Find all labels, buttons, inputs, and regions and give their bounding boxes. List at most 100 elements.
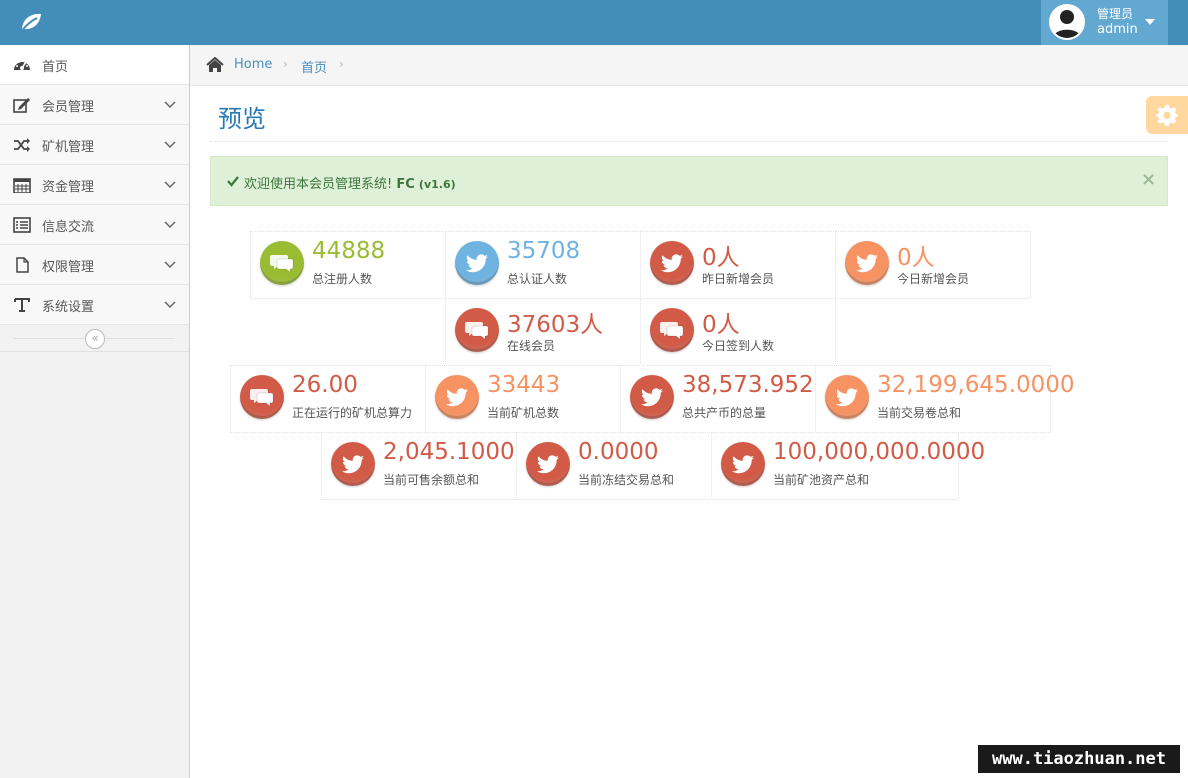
stat-label: 总共产币的总量 — [682, 406, 767, 420]
comments-icon — [260, 241, 304, 285]
stat-value: 37603人 — [507, 312, 604, 338]
sidebar-collapse-bar: « — [0, 325, 189, 352]
twitter-icon — [526, 442, 570, 486]
chevron-down-icon — [164, 101, 176, 109]
divider — [210, 141, 1168, 142]
twitter-icon-glyph — [732, 455, 754, 474]
alert-brand: FC — [396, 177, 415, 192]
twitter-icon-glyph — [661, 254, 683, 273]
stat-box: 0.0000 当前冻结交易总和 — [516, 432, 712, 500]
sidebar-item-funds[interactable]: 资金管理 — [0, 165, 189, 205]
comments-icon-glyph — [465, 322, 489, 340]
stat-label: 当前冻结交易总和 — [578, 473, 675, 487]
twitter-icon — [845, 241, 889, 285]
stat-label: 昨日新增会员 — [702, 272, 775, 286]
sidebar-item-permissions[interactable]: 权限管理 — [0, 245, 189, 285]
stat-box: 0人 今日新增会员 — [835, 231, 1031, 299]
stat-box: 38,573.9525 总共产币的总量 — [620, 365, 828, 433]
list-icon — [13, 217, 31, 233]
edit-icon — [13, 98, 30, 113]
sidebar-item-settings[interactable]: 系统设置 — [0, 285, 189, 325]
alert-message: 欢迎使用本会员管理系统! FC (v1.6) — [244, 173, 456, 192]
sidebar-item-miners[interactable]: 矿机管理 — [0, 125, 189, 165]
double-angle-left-icon[interactable]: « — [85, 329, 105, 349]
alert-text: 欢迎使用本会员管理系统! — [244, 177, 393, 192]
twitter-icon — [825, 375, 869, 419]
check-icon — [227, 176, 239, 187]
sidebar-item-label: 会员管理 — [42, 100, 95, 115]
breadcrumb-current-link[interactable]: 首页 — [301, 57, 327, 76]
stat-label: 总注册人数 — [312, 272, 373, 286]
comments-icon-glyph — [250, 389, 274, 407]
sidebar-item-label: 权限管理 — [42, 260, 95, 275]
shuffle-icon — [14, 138, 30, 152]
chevron-down-icon — [164, 141, 176, 149]
twitter-icon-glyph — [641, 388, 663, 407]
stat-label: 当前矿机总数 — [487, 406, 560, 420]
stat-value: 2,045.1000 — [383, 439, 515, 465]
stat-value: 26.00 — [292, 372, 358, 398]
comments-icon-glyph — [270, 255, 294, 273]
user-avatar-icon — [1049, 4, 1085, 40]
stat-label: 今日签到人数 — [702, 339, 775, 353]
close-icon[interactable]: × — [1141, 169, 1156, 190]
twitter-icon-glyph — [836, 388, 858, 407]
twitter-icon-glyph — [856, 254, 878, 273]
twitter-icon — [455, 241, 499, 285]
stat-value: 0人 — [702, 312, 740, 338]
stat-box: 32,199,645.0000 当前交易卷总和 — [815, 365, 1075, 433]
stat-value: 38,573.9525 — [682, 372, 829, 398]
text-icon — [14, 298, 30, 312]
twitter-icon — [721, 442, 765, 486]
twitter-icon-glyph — [537, 455, 559, 474]
twitter-icon-glyph — [466, 254, 488, 273]
stat-label: 当前矿池资产总和 — [773, 473, 870, 487]
gear-icon — [1156, 104, 1178, 126]
page-title: 预览 — [218, 105, 266, 133]
twitter-icon — [331, 442, 375, 486]
sidebar-item-label: 信息交流 — [42, 220, 95, 235]
stat-label: 在线会员 — [507, 339, 556, 353]
user-menu[interactable]: 管理员 admin — [1041, 0, 1168, 45]
twitter-icon — [650, 241, 694, 285]
chevron-down-icon — [164, 301, 176, 309]
chevron-down-icon — [164, 261, 176, 269]
stat-label: 总认证人数 — [507, 272, 568, 286]
sidebar-item-home[interactable]: 首页 — [0, 45, 189, 85]
watermark: www.tiaozhuan.net — [978, 745, 1180, 773]
sidebar-item-label: 首页 — [42, 60, 69, 75]
caret-down-icon[interactable] — [1145, 19, 1155, 25]
stat-value: 0人 — [702, 245, 740, 271]
stat-box: 100,000,000.0000 当前矿池资产总和 — [711, 432, 985, 500]
user-role: 管理员 — [1097, 7, 1134, 21]
breadcrumb-home-link[interactable]: Home — [234, 57, 272, 72]
comments-icon-glyph — [660, 322, 684, 340]
user-info: 管理员 admin — [1097, 6, 1138, 38]
stat-box: 33443 当前矿机总数 — [425, 365, 621, 433]
twitter-icon-glyph — [446, 388, 468, 407]
stat-box: 0人 今日签到人数 — [640, 298, 836, 366]
breadcrumb: Home › 首页 › — [190, 45, 1188, 86]
stat-value: 44888 — [312, 238, 386, 264]
stat-box: 37603人 在线会员 — [445, 298, 641, 366]
dashboard-icon — [14, 61, 30, 70]
leaf-icon[interactable] — [18, 10, 44, 34]
chevron-right-icon: › — [283, 57, 288, 71]
comments-icon — [240, 375, 284, 419]
stat-label: 当前可售余额总和 — [383, 473, 480, 487]
stat-box: 44888 总注册人数 — [250, 231, 446, 299]
stat-label: 正在运行的矿机总算力 — [292, 406, 413, 420]
calendar-icon — [13, 178, 31, 193]
sidebar-item-label: 系统设置 — [42, 300, 95, 315]
top-navbar: 管理员 admin — [0, 0, 1188, 45]
alert-version: (v1.6) — [418, 178, 456, 191]
sidebar-item-members[interactable]: 会员管理 — [0, 85, 189, 125]
sidebar-item-messages[interactable]: 信息交流 — [0, 205, 189, 245]
stat-value: 35708 — [507, 238, 581, 264]
stat-box: 0人 昨日新增会员 — [640, 231, 836, 299]
user-name: admin — [1097, 22, 1138, 37]
stat-box: 2,045.1000 当前可售余额总和 — [321, 432, 517, 500]
settings-toggle-button[interactable] — [1146, 96, 1188, 134]
stat-value: 0人 — [897, 245, 935, 271]
comments-icon — [650, 308, 694, 352]
